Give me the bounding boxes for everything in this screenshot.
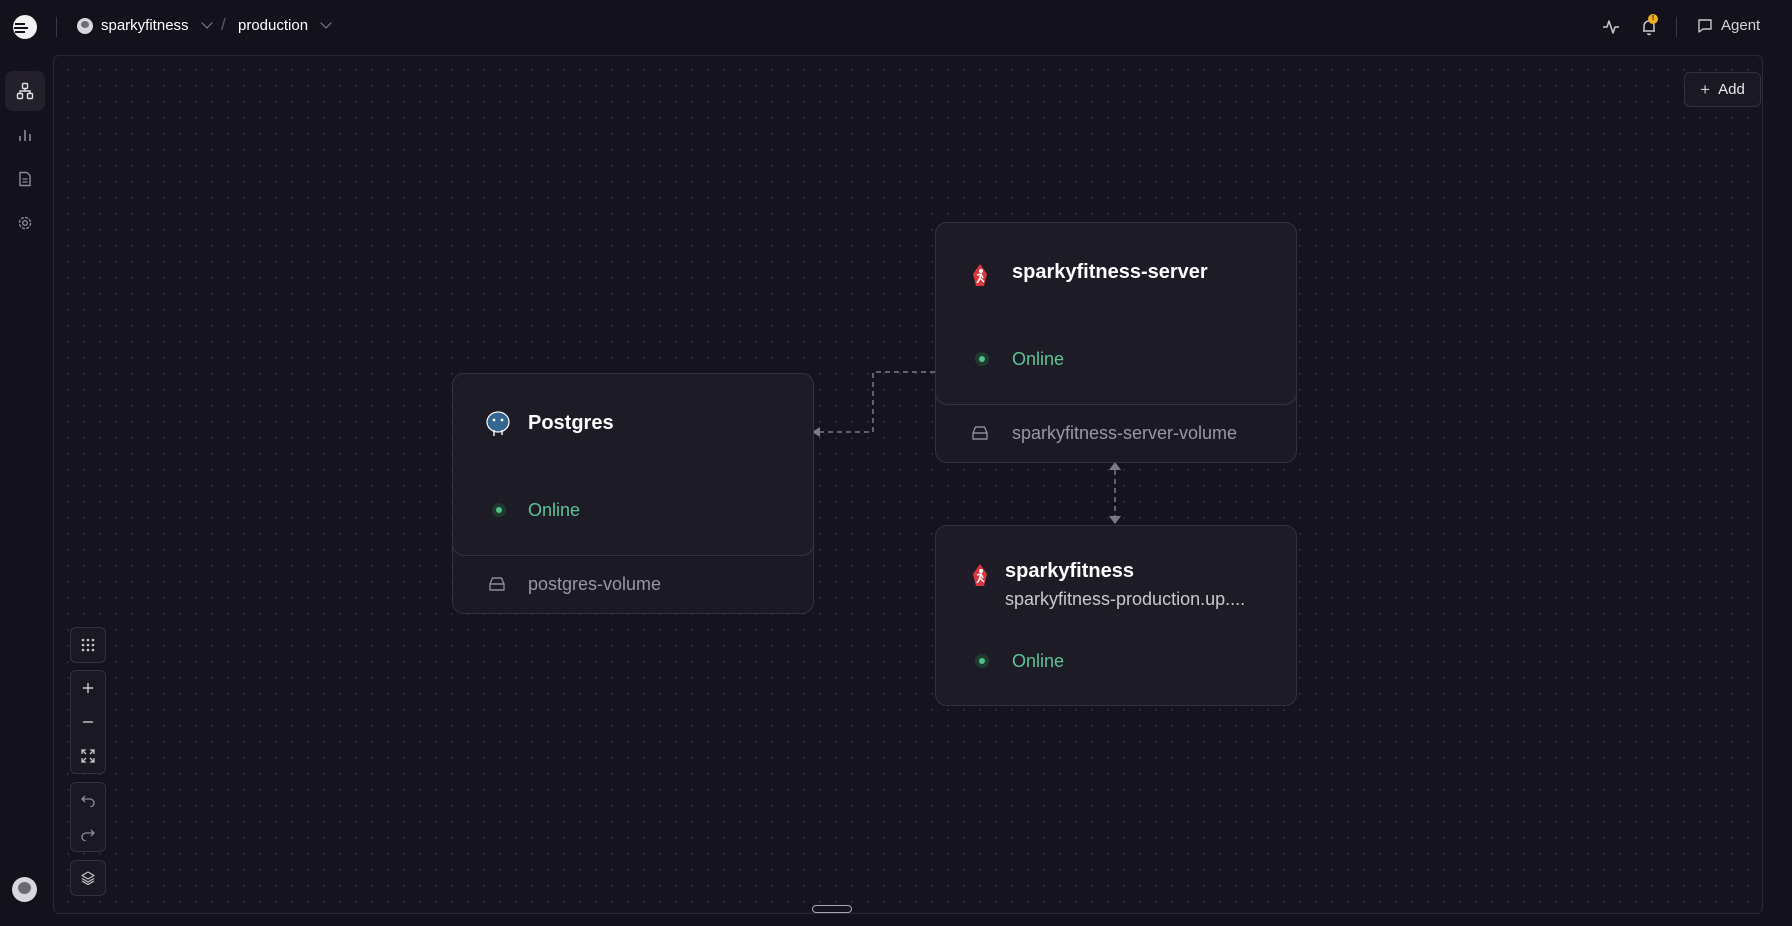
service-title: sparkyfitness-server: [1012, 261, 1208, 283]
status-online-icon: [492, 503, 506, 517]
chat-icon: [1698, 18, 1712, 33]
user-avatar[interactable]: [12, 877, 37, 902]
service-status: Online: [528, 500, 581, 520]
zoom-in-button[interactable]: [71, 671, 105, 705]
grid-toggle-button[interactable]: [71, 628, 105, 662]
layers-group: [70, 860, 106, 896]
service-card-sparkyfitness-server[interactable]: sparkyfitness-server Online sparkyfitnes…: [935, 222, 1297, 463]
agent-label: Agent: [1721, 17, 1761, 34]
notification-badge: !: [1648, 14, 1658, 24]
service-card-sparkyfitness[interactable]: sparkyfitness sparkyfitness-production.u…: [935, 525, 1297, 706]
volume-disk-icon: [972, 426, 988, 440]
service-card-postgres[interactable]: Postgres Online postgres-volume: [452, 373, 814, 614]
chevron-down-icon: [320, 17, 332, 29]
expand-icon: [81, 749, 95, 763]
bar-chart-icon: [19, 130, 31, 141]
sidebar-item-logs[interactable]: [5, 159, 45, 199]
zoom-controls: [70, 670, 106, 774]
divider: [1676, 17, 1677, 37]
status-online-icon: [975, 654, 989, 668]
project-canvas[interactable]: [53, 55, 1763, 914]
history-controls: [70, 782, 106, 852]
service-logo-icon: [973, 264, 987, 286]
divider: [56, 17, 57, 37]
service-logo-icon: [973, 564, 987, 586]
service-status: Online: [1012, 651, 1065, 671]
redo-button[interactable]: [71, 817, 105, 851]
environment-selector[interactable]: production: [238, 17, 332, 34]
document-icon: [19, 171, 31, 187]
service-status: Online: [1012, 349, 1065, 369]
project-avatar-icon: [77, 17, 93, 34]
sidebar-item-architecture[interactable]: [5, 71, 45, 111]
service-title: Postgres: [528, 412, 614, 434]
volume-name: postgres-volume: [528, 574, 662, 594]
grid-dots-icon: [81, 638, 95, 652]
top-bar: sparkyfitness / production ! Agent: [0, 0, 1792, 54]
volume-name: sparkyfitness-server-volume: [1012, 423, 1238, 443]
bottom-panel-handle[interactable]: [812, 905, 852, 913]
breadcrumb-separator: /: [221, 15, 226, 34]
service-card-main: Postgres Online: [452, 373, 814, 556]
plus-icon: +: [1700, 79, 1711, 99]
status-online-icon: [975, 352, 989, 366]
layers-button[interactable]: [71, 861, 105, 895]
postgres-elephant-icon: [486, 411, 510, 436]
project-selector[interactable]: sparkyfitness: [77, 17, 213, 34]
agent-button[interactable]: Agent: [1697, 17, 1760, 34]
gear-icon: [18, 216, 32, 230]
chevron-down-icon: [200, 17, 213, 29]
layers-icon: [81, 871, 95, 885]
architecture-icon: [16, 82, 34, 100]
environment-name: production: [238, 17, 309, 34]
volume-disk-icon: [489, 577, 505, 591]
fit-view-button[interactable]: [71, 739, 105, 773]
add-button[interactable]: + Add: [1684, 72, 1761, 107]
plus-icon: [83, 683, 93, 693]
undo-icon: [81, 795, 95, 807]
sidebar-item-observability[interactable]: [5, 115, 45, 155]
service-title: sparkyfitness: [1005, 560, 1134, 582]
sidebar-item-settings[interactable]: [5, 203, 45, 243]
service-domain[interactable]: sparkyfitness-production.up....: [1005, 589, 1245, 610]
add-label: Add: [1718, 81, 1745, 98]
redo-icon: [81, 829, 95, 841]
grid-toggle-group: [70, 627, 106, 663]
undo-button[interactable]: [71, 783, 105, 817]
project-name: sparkyfitness: [101, 17, 189, 34]
minus-icon: [83, 721, 93, 723]
railway-logo-icon[interactable]: [13, 15, 37, 39]
service-card-main: sparkyfitness-server Online: [935, 222, 1297, 405]
activity-icon[interactable]: [1602, 18, 1620, 36]
zoom-out-button[interactable]: [71, 705, 105, 739]
